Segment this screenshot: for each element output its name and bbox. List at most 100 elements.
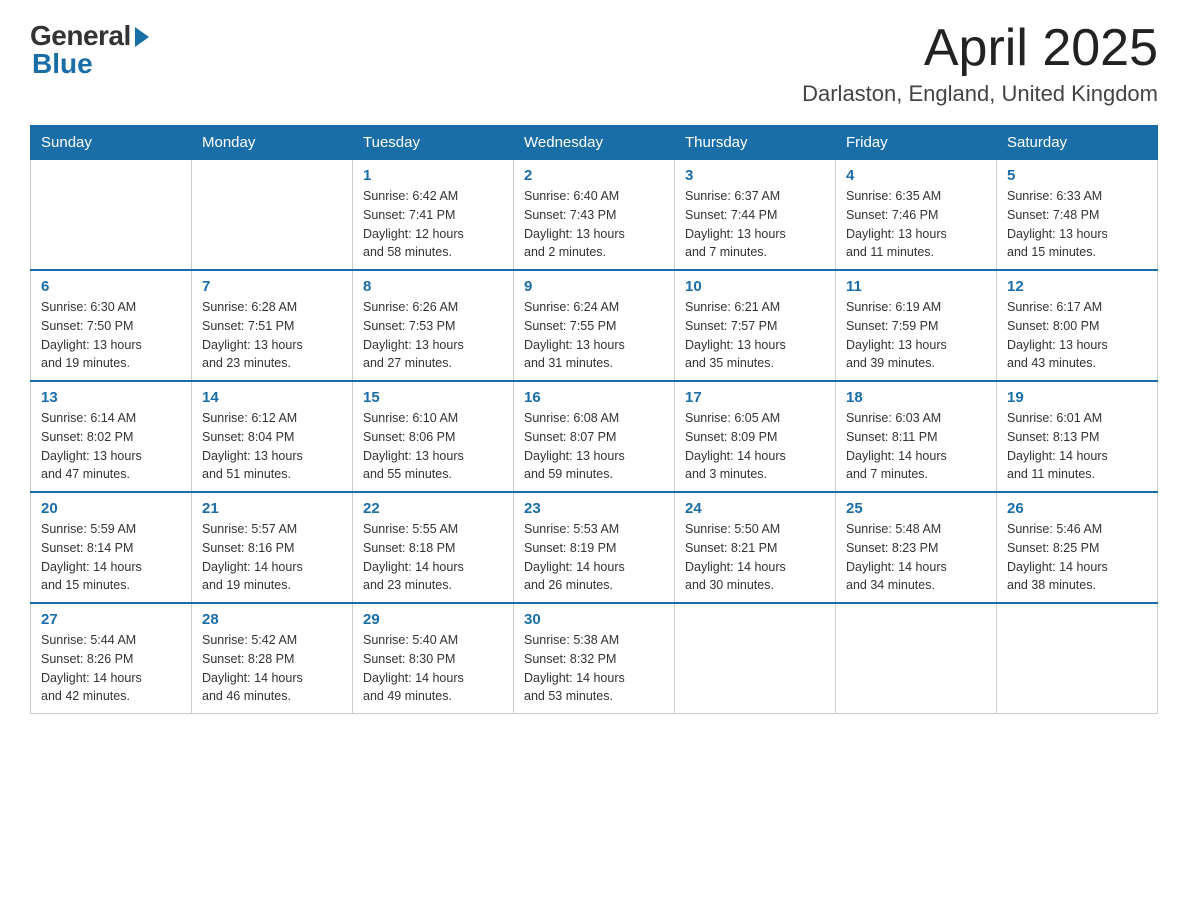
day-number: 19 [1007,389,1147,406]
calendar-cell [836,603,997,714]
logo: General Blue [30,20,149,80]
page-header: General Blue April 2025 Darlaston, Engla… [30,20,1158,107]
calendar-cell: 2 Sunrise: 6:40 AM Sunset: 7:43 PM Daylig… [514,160,675,271]
day-info: Sunrise: 6:37 AM Sunset: 7:44 PM Dayligh… [685,187,825,262]
day-number: 30 [524,611,664,628]
calendar-cell: 16Sunrise: 6:08 AM Sunset: 8:07 PM Dayli… [514,381,675,492]
calendar-cell: 10 Sunrise: 6:21 AM Sunset: 7:57 PM Dayli… [675,270,836,381]
calendar-week-row: 13 Sunrise: 6:14 AM Sunset: 8:02 PM Dayli… [31,381,1158,492]
day-info: Sunrise: 6:24 AM Sunset: 7:55 PM Dayligh… [524,298,664,373]
day-number: 17 [685,389,825,406]
calendar-week-row: 1Sunrise: 6:42 AM Sunset: 7:41 PM Daylig… [31,160,1158,271]
day-number: 27 [41,611,181,628]
day-info: Sunrise: 5:48 AM Sunset: 8:23 PM Dayligh… [846,520,986,595]
logo-blue-text: Blue [32,48,93,80]
calendar-cell: 9 Sunrise: 6:24 AM Sunset: 7:55 PM Daylig… [514,270,675,381]
day-number: 1 [363,167,503,184]
day-info: Sunrise: 6:01 AM Sunset: 8:13 PM Dayligh… [1007,409,1147,484]
calendar-cell: 29 Sunrise: 5:40 AM Sunset: 8:30 PM Dayli… [353,603,514,714]
day-info: Sunrise: 6:05 AM Sunset: 8:09 PM Dayligh… [685,409,825,484]
calendar-header-row: SundayMondayTuesdayWednesdayThursdayFrid… [31,126,1158,160]
weekday-header-friday: Friday [836,126,997,160]
day-info: Sunrise: 6:17 AM Sunset: 8:00 PM Dayligh… [1007,298,1147,373]
weekday-header-thursday: Thursday [675,126,836,160]
day-number: 4 [846,167,986,184]
calendar-cell [675,603,836,714]
calendar-cell: 23 Sunrise: 5:53 AM Sunset: 8:19 PM Dayli… [514,492,675,603]
calendar-cell: 15 Sunrise: 6:10 AM Sunset: 8:06 PM Dayli… [353,381,514,492]
day-number: 7 [202,278,342,295]
title-section: April 2025 Darlaston, England, United Ki… [802,20,1158,107]
weekday-header-wednesday: Wednesday [514,126,675,160]
calendar-cell: 28Sunrise: 5:42 AM Sunset: 8:28 PM Dayli… [192,603,353,714]
calendar-cell: 7 Sunrise: 6:28 AM Sunset: 7:51 PM Daylig… [192,270,353,381]
month-title: April 2025 [802,20,1158,77]
day-number: 15 [363,389,503,406]
day-number: 5 [1007,167,1147,184]
day-info: Sunrise: 5:42 AM Sunset: 8:28 PM Dayligh… [202,631,342,706]
calendar-cell [192,160,353,271]
day-number: 10 [685,278,825,295]
location-title: Darlaston, England, United Kingdom [802,81,1158,107]
calendar-cell: 20 Sunrise: 5:59 AM Sunset: 8:14 PM Dayli… [31,492,192,603]
day-info: Sunrise: 6:03 AM Sunset: 8:11 PM Dayligh… [846,409,986,484]
day-number: 9 [524,278,664,295]
calendar-cell: 11 Sunrise: 6:19 AM Sunset: 7:59 PM Dayli… [836,270,997,381]
day-info: Sunrise: 6:35 AM Sunset: 7:46 PM Dayligh… [846,187,986,262]
day-info: Sunrise: 6:12 AM Sunset: 8:04 PM Dayligh… [202,409,342,484]
calendar-cell [997,603,1158,714]
day-info: Sunrise: 5:57 AM Sunset: 8:16 PM Dayligh… [202,520,342,595]
calendar-table: SundayMondayTuesdayWednesdayThursdayFrid… [30,125,1158,714]
calendar-cell: 30 Sunrise: 5:38 AM Sunset: 8:32 PM Dayli… [514,603,675,714]
day-info: Sunrise: 6:08 AM Sunset: 8:07 PM Dayligh… [524,409,664,484]
day-number: 14 [202,389,342,406]
day-info: Sunrise: 6:10 AM Sunset: 8:06 PM Dayligh… [363,409,503,484]
day-number: 2 [524,167,664,184]
day-info: Sunrise: 5:59 AM Sunset: 8:14 PM Dayligh… [41,520,181,595]
day-info: Sunrise: 5:44 AM Sunset: 8:26 PM Dayligh… [41,631,181,706]
day-number: 11 [846,278,986,295]
day-number: 13 [41,389,181,406]
calendar-cell: 14 Sunrise: 6:12 AM Sunset: 8:04 PM Dayli… [192,381,353,492]
day-number: 23 [524,500,664,517]
day-number: 18 [846,389,986,406]
calendar-cell: 5Sunrise: 6:33 AM Sunset: 7:48 PM Daylig… [997,160,1158,271]
weekday-header-tuesday: Tuesday [353,126,514,160]
logo-arrow-icon [135,27,149,47]
day-info: Sunrise: 6:30 AM Sunset: 7:50 PM Dayligh… [41,298,181,373]
calendar-cell [31,160,192,271]
calendar-cell: 6 Sunrise: 6:30 AM Sunset: 7:50 PM Daylig… [31,270,192,381]
calendar-cell: 22 Sunrise: 5:55 AM Sunset: 8:18 PM Dayli… [353,492,514,603]
calendar-cell: 17 Sunrise: 6:05 AM Sunset: 8:09 PM Dayli… [675,381,836,492]
calendar-week-row: 20 Sunrise: 5:59 AM Sunset: 8:14 PM Dayli… [31,492,1158,603]
day-info: Sunrise: 5:40 AM Sunset: 8:30 PM Dayligh… [363,631,503,706]
day-number: 12 [1007,278,1147,295]
calendar-cell: 21Sunrise: 5:57 AM Sunset: 8:16 PM Dayli… [192,492,353,603]
day-info: Sunrise: 5:50 AM Sunset: 8:21 PM Dayligh… [685,520,825,595]
calendar-week-row: 6 Sunrise: 6:30 AM Sunset: 7:50 PM Daylig… [31,270,1158,381]
day-number: 20 [41,500,181,517]
day-info: Sunrise: 6:19 AM Sunset: 7:59 PM Dayligh… [846,298,986,373]
day-number: 6 [41,278,181,295]
day-info: Sunrise: 6:21 AM Sunset: 7:57 PM Dayligh… [685,298,825,373]
calendar-week-row: 27 Sunrise: 5:44 AM Sunset: 8:26 PM Dayli… [31,603,1158,714]
day-info: Sunrise: 6:26 AM Sunset: 7:53 PM Dayligh… [363,298,503,373]
day-info: Sunrise: 6:28 AM Sunset: 7:51 PM Dayligh… [202,298,342,373]
day-number: 22 [363,500,503,517]
calendar-cell: 24 Sunrise: 5:50 AM Sunset: 8:21 PM Dayli… [675,492,836,603]
weekday-header-sunday: Sunday [31,126,192,160]
weekday-header-saturday: Saturday [997,126,1158,160]
calendar-cell: 3Sunrise: 6:37 AM Sunset: 7:44 PM Daylig… [675,160,836,271]
day-info: Sunrise: 6:14 AM Sunset: 8:02 PM Dayligh… [41,409,181,484]
day-info: Sunrise: 5:55 AM Sunset: 8:18 PM Dayligh… [363,520,503,595]
day-info: Sunrise: 5:53 AM Sunset: 8:19 PM Dayligh… [524,520,664,595]
calendar-cell: 25 Sunrise: 5:48 AM Sunset: 8:23 PM Dayli… [836,492,997,603]
weekday-header-monday: Monday [192,126,353,160]
day-info: Sunrise: 5:38 AM Sunset: 8:32 PM Dayligh… [524,631,664,706]
calendar-cell: 4 Sunrise: 6:35 AM Sunset: 7:46 PM Daylig… [836,160,997,271]
day-number: 29 [363,611,503,628]
day-info: Sunrise: 5:46 AM Sunset: 8:25 PM Dayligh… [1007,520,1147,595]
day-info: Sunrise: 6:40 AM Sunset: 7:43 PM Dayligh… [524,187,664,262]
day-number: 25 [846,500,986,517]
day-number: 24 [685,500,825,517]
